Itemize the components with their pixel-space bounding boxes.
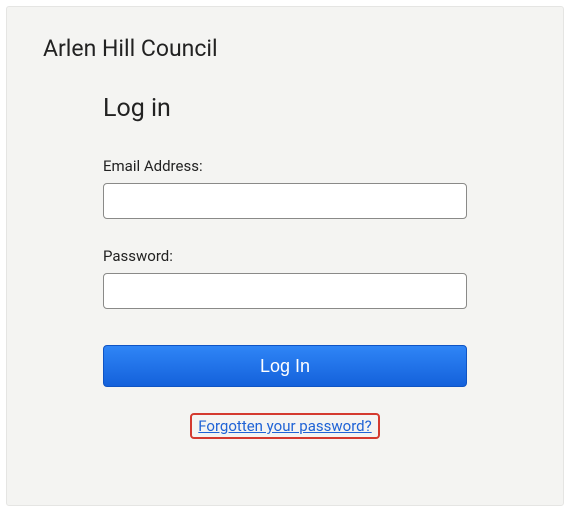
email-field-group: Email Address: bbox=[103, 157, 467, 219]
login-button[interactable]: Log In bbox=[103, 345, 467, 387]
login-section: Log in Email Address: Password: Log In F… bbox=[43, 94, 527, 439]
email-label: Email Address: bbox=[103, 157, 467, 175]
login-heading: Log in bbox=[103, 94, 467, 123]
password-field-group: Password: bbox=[103, 247, 467, 309]
forgot-row: Forgotten your password? bbox=[103, 413, 467, 439]
org-title: Arlen Hill Council bbox=[43, 35, 527, 62]
login-panel: Arlen Hill Council Log in Email Address:… bbox=[6, 6, 564, 506]
forgot-password-link[interactable]: Forgotten your password? bbox=[190, 413, 379, 439]
email-input[interactable] bbox=[103, 183, 467, 219]
password-input[interactable] bbox=[103, 273, 467, 309]
password-label: Password: bbox=[103, 247, 467, 265]
